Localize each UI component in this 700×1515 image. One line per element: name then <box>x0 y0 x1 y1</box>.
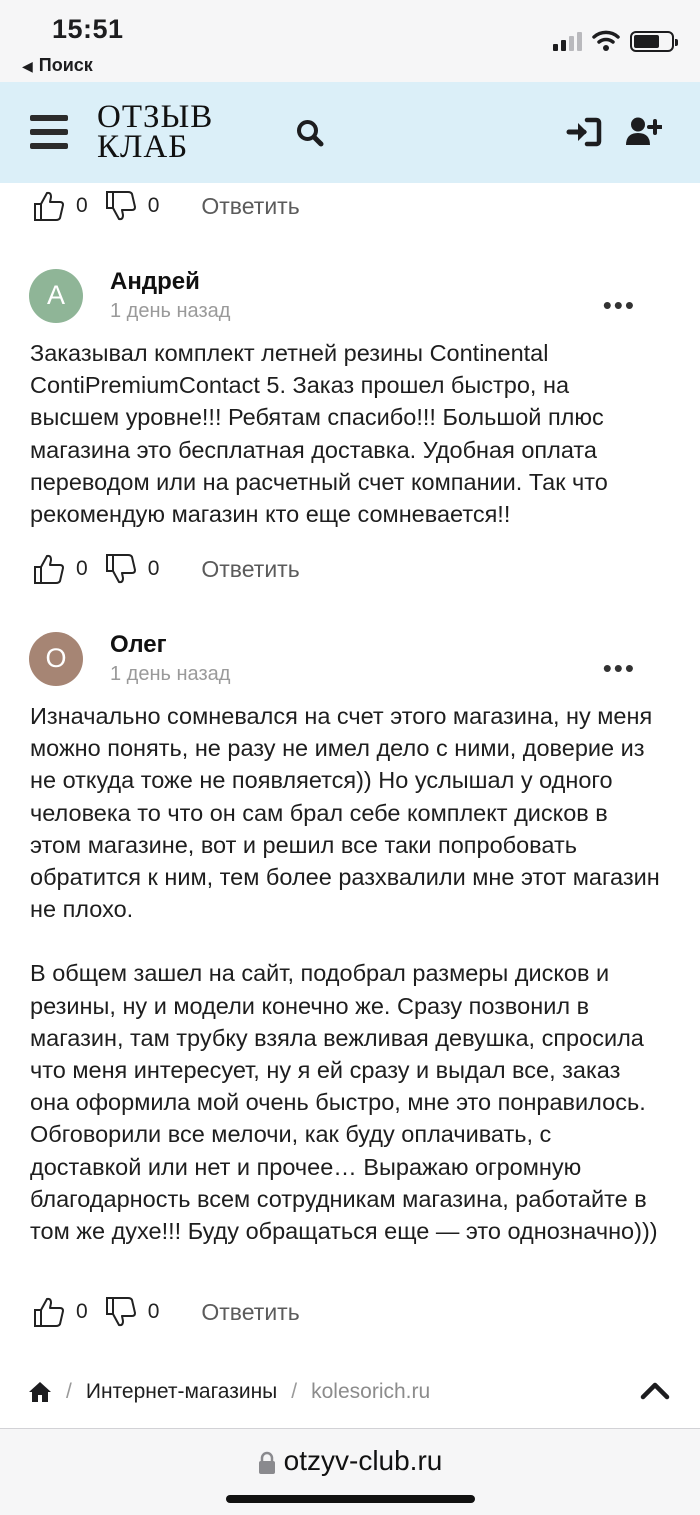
sign-in-icon[interactable] <box>566 116 602 148</box>
thumbs-up-icon[interactable] <box>32 552 66 586</box>
breadcrumb-separator: / <box>291 1380 298 1403</box>
like-count: 0 <box>76 557 88 580</box>
vote-row: 0 0 Ответить <box>32 552 300 586</box>
avatar: О <box>29 631 83 686</box>
comment-paragraph: Заказывал комплект летней резины Contine… <box>30 340 608 528</box>
battery-icon <box>630 30 678 52</box>
logo-line-1: ОТЗЫВ <box>97 99 214 135</box>
chevron-up-icon[interactable] <box>640 1380 670 1400</box>
status-time: 15:51 <box>52 14 124 44</box>
dislike-count: 0 <box>147 557 160 580</box>
dislike-count: 0 <box>147 1300 160 1323</box>
comment-date: 1 день назад <box>110 300 231 322</box>
thumbs-down-icon[interactable] <box>104 1295 138 1329</box>
back-label: Поиск <box>38 55 93 75</box>
thumbs-up-icon[interactable] <box>32 1295 66 1329</box>
browser-address-bar: otzyv-club.ru <box>0 1428 700 1515</box>
breadcrumb-category[interactable]: Интернет-магазины <box>86 1380 277 1404</box>
comment-header: А Андрей 1 день назад <box>29 268 230 323</box>
thumbs-down-icon[interactable] <box>104 552 138 586</box>
dislike-count: 0 <box>147 194 160 217</box>
breadcrumb: / Интернет-магазины / kolesorich.ru <box>28 1380 430 1404</box>
status-icons <box>553 30 678 52</box>
comment-author[interactable]: Андрей <box>110 268 230 296</box>
search-icon[interactable] <box>296 119 324 147</box>
reply-button[interactable]: Ответить <box>201 1299 299 1326</box>
hamburger-icon[interactable] <box>30 115 68 149</box>
comment-menu-button[interactable]: ••• <box>603 653 636 684</box>
back-arrow-icon: ◀ <box>22 58 33 74</box>
comment-header: О Олег 1 день назад <box>29 631 230 686</box>
cellular-signal-icon <box>553 31 582 51</box>
comment-author[interactable]: Олег <box>110 631 230 659</box>
breadcrumb-separator: / <box>66 1380 72 1403</box>
wifi-icon <box>592 30 620 51</box>
thumbs-up-icon[interactable] <box>32 189 66 223</box>
comment-date: 1 день назад <box>110 663 231 685</box>
comment-paragraph: Изначально сомневался на счет этого мага… <box>30 703 660 923</box>
comment-menu-button[interactable]: ••• <box>603 290 636 321</box>
like-count: 0 <box>76 1300 88 1323</box>
reply-button[interactable]: Ответить <box>201 193 299 220</box>
url-field[interactable]: otzyv-club.ru <box>0 1445 700 1477</box>
vote-row: 0 0 Ответить <box>32 189 300 223</box>
thumbs-down-icon[interactable] <box>104 189 138 223</box>
avatar: А <box>29 268 83 323</box>
vote-row: 0 0 Ответить <box>32 1295 300 1329</box>
status-bar: 15:51 ◀ Поиск <box>0 0 700 82</box>
logo-line-2: КЛАБ <box>97 129 189 165</box>
lock-icon <box>258 1451 275 1474</box>
back-to-app-link[interactable]: ◀ Поиск <box>22 55 93 76</box>
site-header: ОТЗЫВ КЛАБ <box>0 82 700 183</box>
home-icon[interactable] <box>28 1381 52 1403</box>
url-text: otzyv-club.ru <box>283 1445 443 1476</box>
comment-text: Заказывал комплект летней резины Contine… <box>30 337 660 530</box>
site-logo[interactable]: ОТЗЫВ КЛАБ <box>97 99 214 165</box>
home-indicator[interactable] <box>226 1495 475 1503</box>
reply-button[interactable]: Ответить <box>201 556 299 583</box>
comment-text: Изначально сомневался на счет этого мага… <box>30 700 660 1247</box>
comment-paragraph: В общем зашел на сайт, подобрал размеры … <box>30 960 658 1245</box>
like-count: 0 <box>76 194 88 217</box>
user-plus-icon[interactable] <box>626 116 662 148</box>
breadcrumb-current[interactable]: kolesorich.ru <box>311 1380 430 1404</box>
